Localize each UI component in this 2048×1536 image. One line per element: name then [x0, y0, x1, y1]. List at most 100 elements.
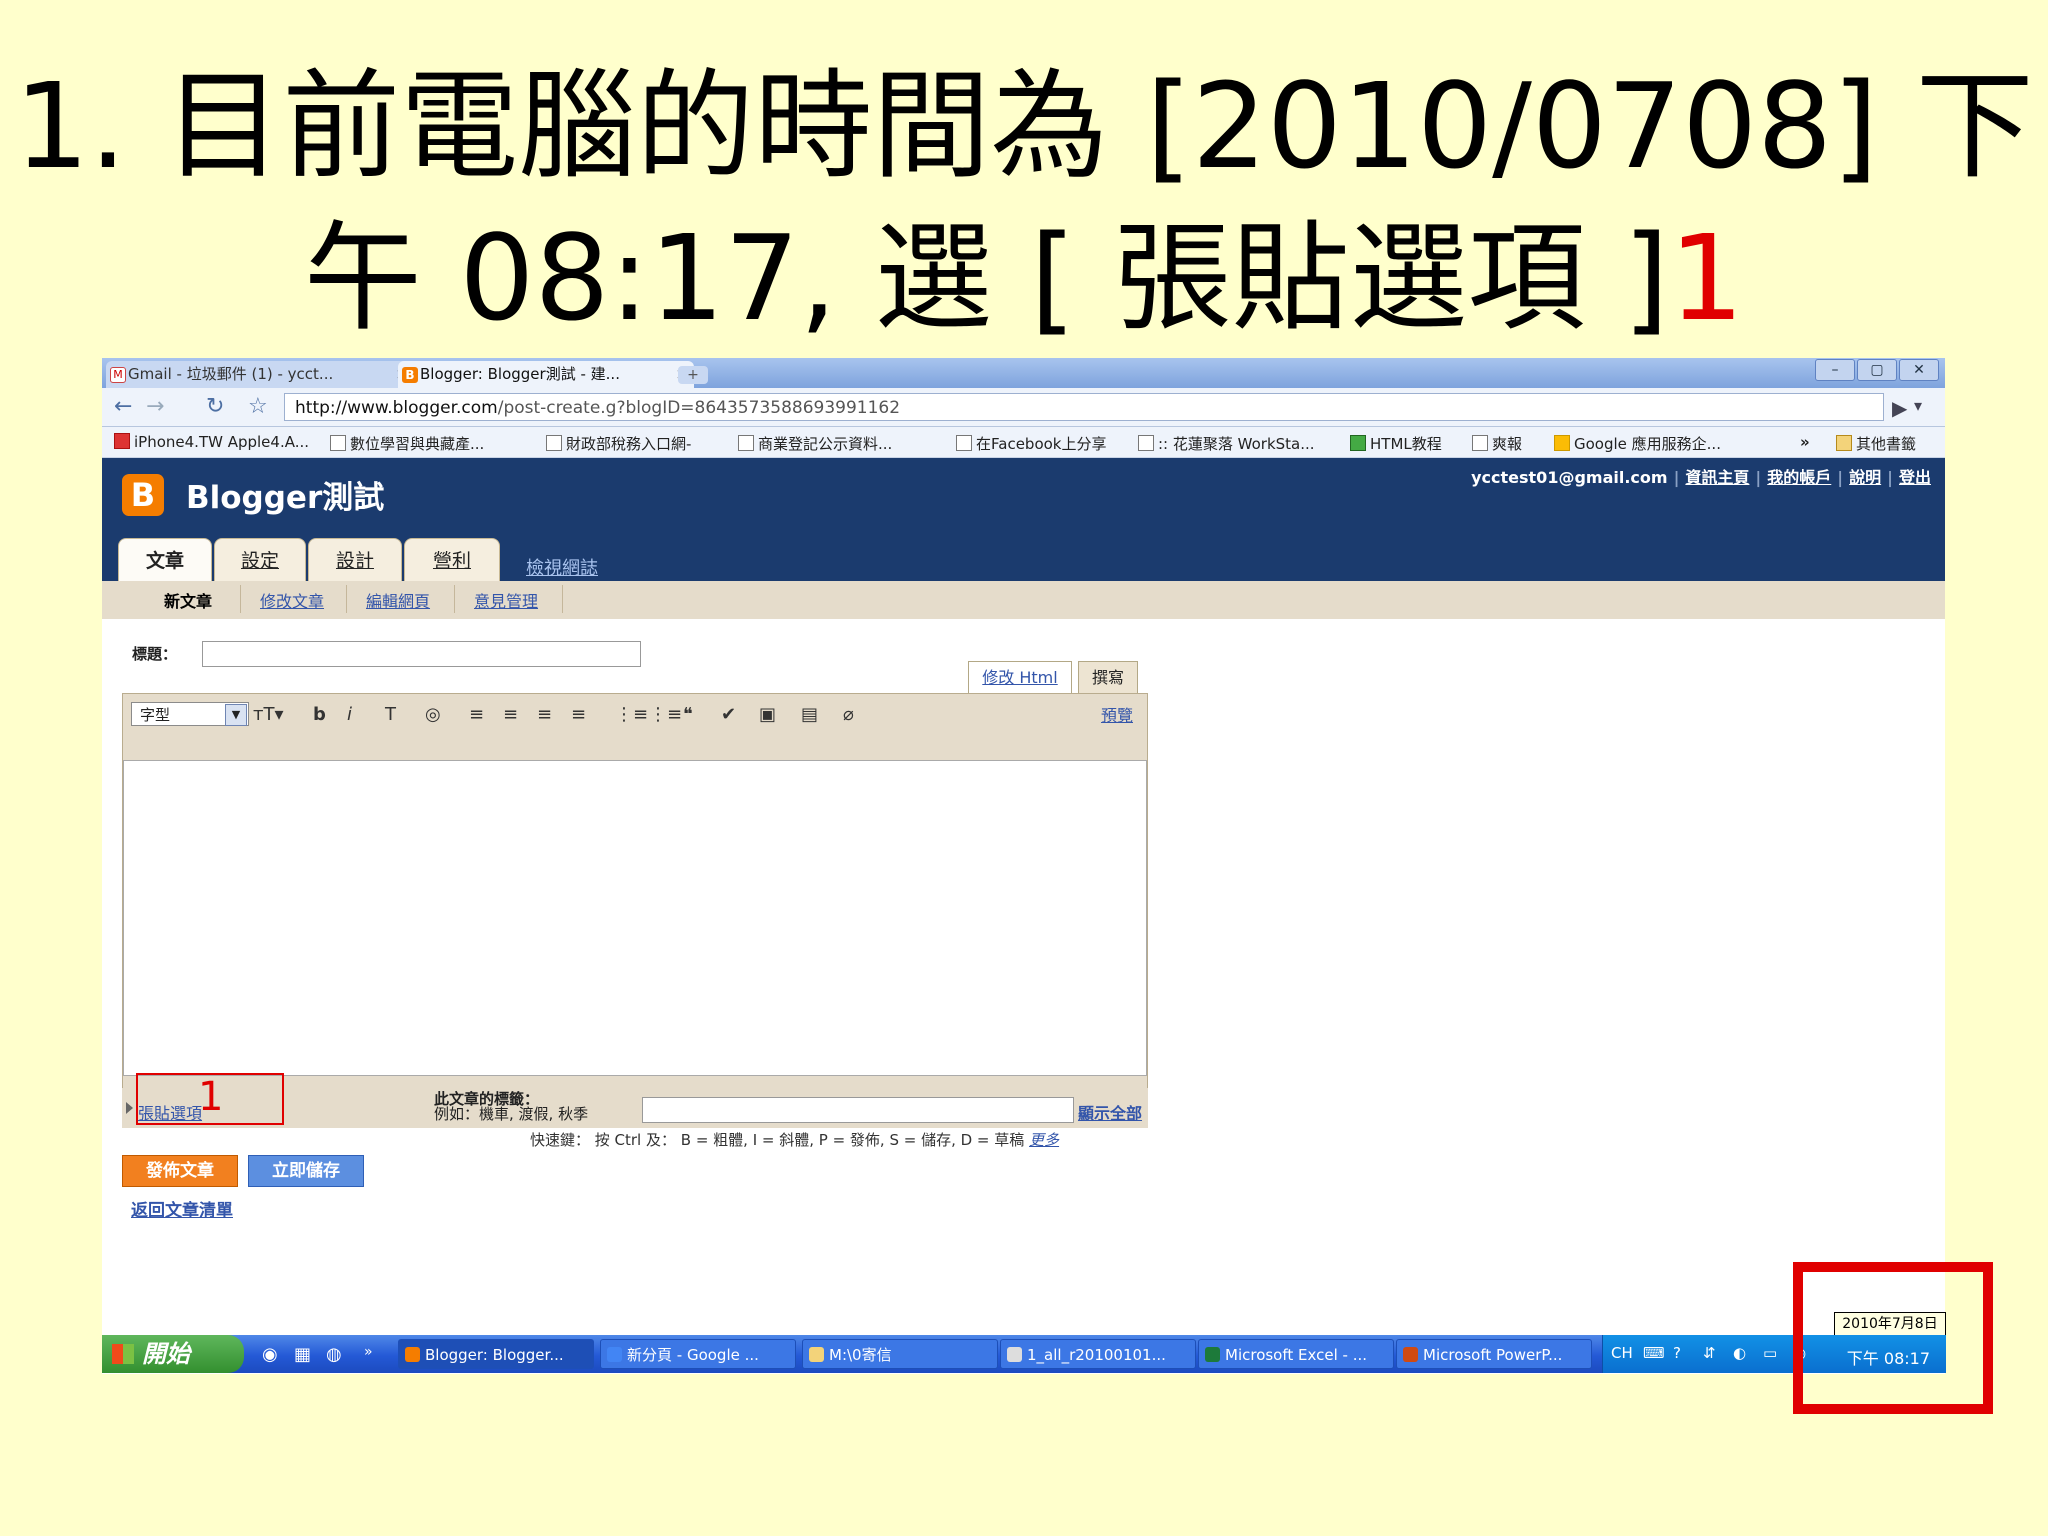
back-arrow-icon[interactable]: ← [114, 396, 132, 418]
chevron-down-icon[interactable]: ▼ [225, 704, 247, 726]
my-account-link[interactable]: 我的帳戶 [1767, 468, 1831, 487]
subnav-edit-pages[interactable]: 編輯網頁 [366, 588, 430, 612]
align-justify-icon[interactable]: ≡ [571, 704, 586, 725]
slide-title-line-2-text: 午 08:17, 選 [ 張貼選項 ] [303, 209, 1670, 347]
bookmark-item[interactable]: 在Facebook上分享 [956, 433, 1106, 454]
quicklaunch-icon[interactable]: ▦ [294, 1344, 311, 1365]
taskbar-item[interactable]: 新分頁 - Google ... [600, 1339, 796, 1369]
show-all-labels-link[interactable]: 顯示全部 [1078, 1100, 1142, 1124]
image-icon[interactable]: ▣ [759, 704, 776, 725]
title-label: 標題： [132, 645, 178, 663]
go-arrow-icon[interactable]: ▶ [1892, 396, 1907, 420]
bookmark-item[interactable]: 爽報 [1472, 433, 1522, 454]
dashboard-link[interactable]: 資訊主頁 [1685, 468, 1749, 487]
bookmark-item[interactable]: HTML教程 [1350, 433, 1442, 454]
align-right-icon[interactable]: ≡ [537, 704, 552, 725]
user-email: ycctest01@gmail.com [1471, 468, 1668, 487]
browser-tab-strip: M Gmail - 垃圾郵件 (1) - ycct... × B Blogger… [102, 358, 1945, 388]
numbered-list-icon[interactable]: ⋮≡ [615, 704, 648, 725]
link-icon[interactable]: ◎ [425, 704, 441, 725]
forward-arrow-icon[interactable]: → [146, 396, 164, 418]
other-bookmarks-folder[interactable]: 其他書籤 [1836, 433, 1916, 454]
taskbar-item[interactable]: Microsoft Excel - ... [1198, 1339, 1394, 1369]
annotation-number: 1 [198, 1074, 224, 1120]
align-left-icon[interactable]: ≡ [469, 704, 484, 725]
blog-title: Blogger測試 [186, 480, 385, 516]
blogger-logo-icon[interactable]: B [122, 474, 164, 516]
quicklaunch-more[interactable]: » [364, 1344, 373, 1360]
subnav-new-post[interactable]: 新文章 [164, 588, 212, 612]
compose-tab[interactable]: 撰寫 [1078, 661, 1138, 694]
bookmark-item[interactable]: Google 應用服務企... [1554, 433, 1721, 454]
quicklaunch-icon[interactable]: ◉ [262, 1344, 278, 1365]
maximize-button[interactable]: ▢ [1857, 359, 1897, 381]
subnav-comments[interactable]: 意見管理 [474, 588, 538, 612]
tab-settings[interactable]: 設定 [214, 538, 306, 582]
blockquote-icon[interactable]: ❝ [683, 704, 693, 725]
monitor-icon[interactable]: ▭ [1763, 1344, 1777, 1362]
start-label: 開始 [142, 1340, 190, 1368]
bookmark-item[interactable]: :: 花蓮聚落 WorkSta... [1138, 433, 1315, 454]
tab-posting[interactable]: 文章 [118, 538, 212, 582]
expand-arrow-icon[interactable] [126, 1102, 133, 1114]
sign-out-link[interactable]: 登出 [1899, 468, 1931, 487]
align-center-icon[interactable]: ≡ [503, 704, 518, 725]
start-button[interactable]: 開始 [102, 1335, 244, 1373]
network-icon[interactable]: ⇵ [1703, 1344, 1716, 1362]
bullet-list-icon[interactable]: ⋮≡ [649, 704, 682, 725]
post-editor: 字型 ▼ ᴛT▾ b i T ◎ ≡ ≡ ≡ ≡ ⋮≡ ⋮≡ ❝ ✔ ▣ ▤ ⌀ … [122, 693, 1148, 1091]
font-select[interactable]: 字型 ▼ [131, 702, 249, 726]
new-tab-button[interactable]: + [678, 366, 708, 384]
gmail-icon: M [110, 367, 126, 383]
quicklaunch-icon[interactable]: ◍ [326, 1344, 342, 1365]
video-icon[interactable]: ▤ [801, 704, 818, 725]
highlight-clock [1793, 1262, 1993, 1414]
page-menu-icon[interactable]: ▾ [1914, 396, 1922, 415]
italic-icon[interactable]: i [347, 704, 352, 725]
input-language[interactable]: CH [1611, 1344, 1633, 1362]
taskbar-item[interactable]: 1_all_r20100101... [1000, 1339, 1196, 1369]
step-number: 1 [1669, 209, 1745, 347]
preview-link[interactable]: 預覽 [1101, 702, 1133, 726]
bookmark-item[interactable]: iPhone4.TW Apple4.A... [114, 433, 309, 451]
tab-design[interactable]: 設計 [308, 538, 402, 582]
post-body-textarea[interactable] [123, 760, 1147, 1076]
bookmarks-more-chevron[interactable]: » [1800, 433, 1810, 451]
publish-post-button[interactable]: 發佈文章 [122, 1155, 238, 1187]
reload-icon[interactable]: ↻ [206, 396, 224, 418]
tab-blogger[interactable]: B Blogger: Blogger測試 - 建... × [398, 361, 694, 388]
bookmark-item[interactable]: 數位學習與典藏產... [330, 433, 484, 454]
shortcuts-more-link[interactable]: 更多 [1029, 1131, 1059, 1149]
minimize-button[interactable]: – [1815, 359, 1855, 381]
bold-icon[interactable]: b [313, 704, 326, 725]
help-link[interactable]: 說明 [1849, 468, 1881, 487]
tab-blogger-label: Blogger: Blogger測試 - 建... [420, 365, 620, 383]
text-color-icon[interactable]: T [385, 704, 396, 725]
subnav-edit-posts[interactable]: 修改文章 [260, 588, 324, 612]
url-host: http://www.blogger.com [295, 398, 498, 418]
back-to-posts-link[interactable]: 返回文章清單 [131, 1196, 233, 1221]
tab-gmail[interactable]: M Gmail - 垃圾郵件 (1) - ycct... × [106, 361, 414, 388]
bookmark-item[interactable]: 財政部稅務入口網- [546, 433, 691, 454]
eraser-icon[interactable]: ⌀ [843, 704, 854, 725]
view-blog-link[interactable]: 檢視網誌 [526, 554, 598, 580]
bookmark-item[interactable]: 商業登記公示資料... [738, 433, 892, 454]
post-title-input[interactable] [202, 641, 641, 667]
taskbar-item[interactable]: Blogger: Blogger... [398, 1339, 594, 1369]
help-icon[interactable]: ? [1673, 1344, 1681, 1362]
taskbar-item[interactable]: M:\0寄信 [802, 1339, 998, 1369]
user-links: ycctest01@gmail.com | 資訊主頁 | 我的帳戶 | 說明 | 登出 [1471, 468, 1931, 487]
font-size-icon[interactable]: ᴛT▾ [253, 704, 284, 725]
save-now-button[interactable]: 立即儲存 [248, 1155, 364, 1187]
address-bar[interactable]: http://www.blogger.com/post-create.g?blo… [284, 393, 1884, 421]
slide-title-line-1: 1. 目前電腦的時間為 [2010/0708] 下 [14, 57, 2034, 195]
close-window-button[interactable]: ✕ [1899, 359, 1939, 381]
taskbar-item[interactable]: Microsoft PowerP... [1396, 1339, 1592, 1369]
tab-monetize[interactable]: 營利 [404, 538, 500, 582]
keyboard-icon[interactable]: ⌨ [1643, 1344, 1665, 1362]
edit-html-tab[interactable]: 修改 Html [968, 661, 1072, 694]
spellcheck-icon[interactable]: ✔ [721, 704, 736, 725]
volume-icon[interactable]: ◐ [1733, 1344, 1746, 1362]
star-icon[interactable]: ☆ [248, 396, 268, 418]
labels-input[interactable] [642, 1097, 1074, 1123]
